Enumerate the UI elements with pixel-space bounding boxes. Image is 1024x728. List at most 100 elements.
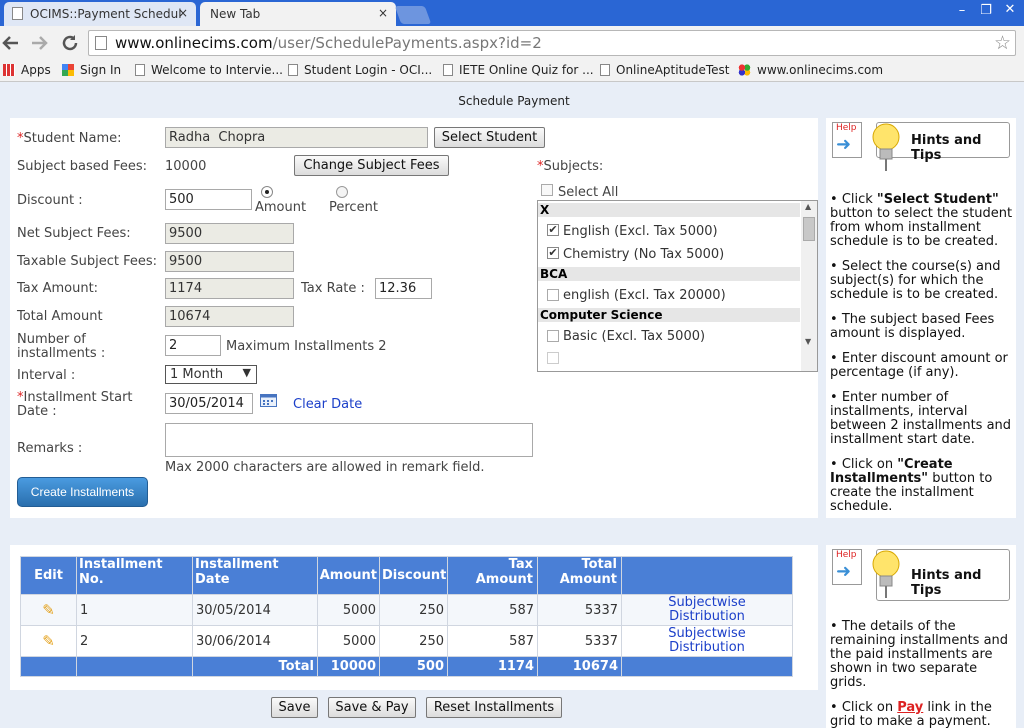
scroll-down-icon[interactable]: ▼ xyxy=(805,337,811,346)
pencil-icon[interactable]: ✎ xyxy=(42,601,55,619)
taxable-fees-label: Taxable Subject Fees: xyxy=(17,254,158,269)
tax-rate-input[interactable] xyxy=(375,278,432,299)
minimize-icon[interactable]: – xyxy=(950,3,974,21)
help-label: Help xyxy=(836,123,857,133)
new-tab-button[interactable] xyxy=(394,6,432,24)
lightbulb-icon xyxy=(872,123,900,171)
discount-input[interactable] xyxy=(165,189,252,210)
interval-label: Interval : xyxy=(17,368,76,383)
bookmark-welcome[interactable]: Welcome to Intervie... xyxy=(135,63,283,77)
bookmark-star-icon[interactable]: ☆ xyxy=(994,32,1011,54)
subject-checkbox-english-bca[interactable] xyxy=(547,289,559,301)
max-installments-text: Maximum Installments 2 xyxy=(226,339,387,354)
back-icon[interactable] xyxy=(2,35,20,51)
scroll-up-icon[interactable]: ▲ xyxy=(805,202,811,211)
student-name-input[interactable] xyxy=(165,127,428,148)
hints-title-box: Hints and Tips xyxy=(872,549,1010,601)
tab-title: OCIMS::Payment Schedul xyxy=(30,7,182,21)
footer-discount: 500 xyxy=(379,656,448,677)
col-discount: Discount xyxy=(379,556,448,595)
reload-icon[interactable] xyxy=(60,33,80,53)
cell-amount: 5000 xyxy=(317,594,380,626)
subject-checkbox-partial[interactable] xyxy=(547,352,559,364)
address-bar[interactable]: www.onlinecims.com/user/SchedulePayments… xyxy=(88,30,1016,56)
bookmark-student-login[interactable]: Student Login - OCI... xyxy=(288,63,432,77)
bookmark-aptitude[interactable]: OnlineAptitudeTest xyxy=(600,63,730,77)
save-button[interactable]: Save xyxy=(271,697,318,718)
help-label: Help xyxy=(836,550,857,560)
bookmark-sign-in[interactable]: Sign In xyxy=(62,63,121,77)
arrow-right-icon: ➜ xyxy=(836,561,852,582)
help-icon: Help ➜ xyxy=(832,549,862,585)
forward-icon[interactable] xyxy=(30,35,48,51)
pay-link[interactable]: Pay xyxy=(897,700,923,715)
calendar-icon[interactable] xyxy=(260,392,277,407)
subjects-label: *Subjects: xyxy=(537,159,604,174)
scrollbar-thumb[interactable] xyxy=(803,217,815,241)
start-date-input[interactable] xyxy=(165,393,253,414)
restore-icon[interactable]: ❐ xyxy=(975,3,997,21)
cell-no: 1 xyxy=(76,594,193,626)
radio-percent[interactable] xyxy=(336,186,348,198)
subject-checkbox-chemistry[interactable]: ✔ xyxy=(547,247,559,259)
remarks-textarea[interactable] xyxy=(165,423,533,457)
close-icon[interactable]: × xyxy=(178,6,188,20)
bookmark-label: IETE Online Quiz for ... xyxy=(459,63,594,77)
tab-title: New Tab xyxy=(210,7,261,21)
hint-item: • The subject based Fees amount is displ… xyxy=(830,312,995,341)
arrow-right-icon: ➜ xyxy=(836,134,852,155)
subject-label: english (Excl. Tax 20000) xyxy=(563,288,726,303)
select-all-checkbox[interactable] xyxy=(541,184,553,196)
page-icon xyxy=(443,64,453,76)
col-total: Total Amount xyxy=(537,556,622,595)
edit-cell: ✎ xyxy=(20,594,77,626)
tab-new-tab[interactable]: New Tab × xyxy=(200,2,396,26)
clear-date-link[interactable]: Clear Date xyxy=(293,397,362,412)
hint-item: • Click on "Create Installments" button … xyxy=(830,457,993,514)
subjects-scrollbar[interactable]: ▲ ▼ xyxy=(801,201,817,371)
num-installments-input[interactable] xyxy=(165,335,221,356)
bookmark-iete-quiz[interactable]: IETE Online Quiz for ... xyxy=(443,63,594,77)
page-icon xyxy=(95,36,107,50)
hints-title: Hints and Tips xyxy=(911,133,982,163)
start-date-label: *Installment Start xyxy=(17,390,133,405)
cell-tax: 587 xyxy=(447,625,538,657)
student-name-label: *Student Name: xyxy=(17,131,122,146)
select-student-button[interactable]: Select Student xyxy=(434,127,545,148)
close-window-icon[interactable]: ✕ xyxy=(998,2,1022,20)
radio-amount[interactable] xyxy=(261,186,273,198)
col-links xyxy=(621,556,793,595)
pencil-icon[interactable]: ✎ xyxy=(42,632,55,650)
help-icon: Help ➜ xyxy=(832,122,862,158)
num-installments-label: Number of xyxy=(17,332,86,347)
subjectwise-distribution-link[interactable]: Subjectwise Distribution xyxy=(621,625,793,657)
subject-checkbox-basic[interactable] xyxy=(547,330,559,342)
save-and-pay-button[interactable]: Save & Pay xyxy=(328,697,416,718)
bookmark-label: Welcome to Intervie... xyxy=(151,63,283,77)
hint-item: • The details of the remaining installme… xyxy=(830,619,1009,690)
change-subject-fees-button[interactable]: Change Subject Fees xyxy=(294,155,449,176)
footer-total: 10674 xyxy=(537,656,622,677)
subjectwise-distribution-link[interactable]: Subjectwise Distribution xyxy=(621,594,793,626)
hint-item: • Enter number of installments, interval… xyxy=(830,390,1012,447)
hints-title-box: Hints and Tips xyxy=(872,122,1010,171)
subject-fees-value: 10000 xyxy=(165,159,207,174)
bookmark-label: Sign In xyxy=(80,63,122,77)
radio-amount-label: Amount xyxy=(255,200,307,215)
cell-date: 30/06/2014 xyxy=(192,625,318,657)
col-amount: Amount xyxy=(317,556,380,595)
create-installments-button[interactable]: Create Installments xyxy=(17,477,148,507)
interval-select[interactable]: 1 Month ▼ xyxy=(165,365,257,384)
close-icon[interactable]: × xyxy=(378,6,388,20)
radio-percent-label: Percent xyxy=(329,200,378,215)
tab-ocims[interactable]: OCIMS::Payment Schedul × xyxy=(4,2,196,26)
hint-item: • Select the course(s) and subject(s) fo… xyxy=(830,259,1001,302)
apps-icon xyxy=(3,64,15,76)
bookmark-apps[interactable]: Apps xyxy=(3,63,51,77)
subjects-listbox[interactable]: X ✔ English (Excl. Tax 5000) ✔ Chemistry… xyxy=(537,200,818,372)
reset-installments-button[interactable]: Reset Installments xyxy=(426,697,562,718)
hint-item: • Enter discount amount or percentage (i… xyxy=(830,351,1008,380)
bookmark-onlinecims[interactable]: www.onlinecims.com xyxy=(738,63,883,77)
table-row: ✎ 1 30/05/2014 5000 250 587 5337 Subject… xyxy=(20,594,793,626)
subject-checkbox-english-x[interactable]: ✔ xyxy=(547,224,559,236)
